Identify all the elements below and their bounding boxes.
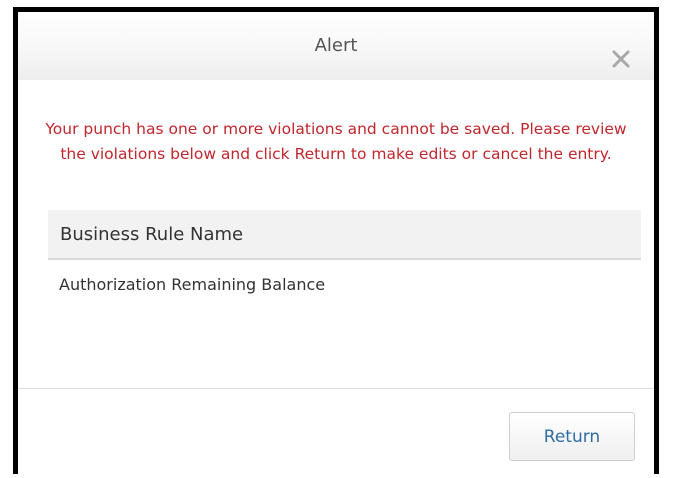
table-header-business-rule-name: Business Rule Name <box>48 210 641 260</box>
dialog-title: Alert <box>314 35 358 56</box>
violations-table: Business Rule Name Authorization Remaini… <box>48 210 641 308</box>
footer-divider <box>18 388 654 389</box>
violation-message: Your punch has one or more violations an… <box>45 120 627 163</box>
dialog-header: Alert <box>18 12 654 80</box>
return-button[interactable]: Return <box>509 412 635 461</box>
alert-dialog: Alert Your punch has one or more violati… <box>13 7 659 474</box>
table-row: Authorization Remaining Balance <box>59 274 326 294</box>
close-icon[interactable] <box>610 48 632 70</box>
